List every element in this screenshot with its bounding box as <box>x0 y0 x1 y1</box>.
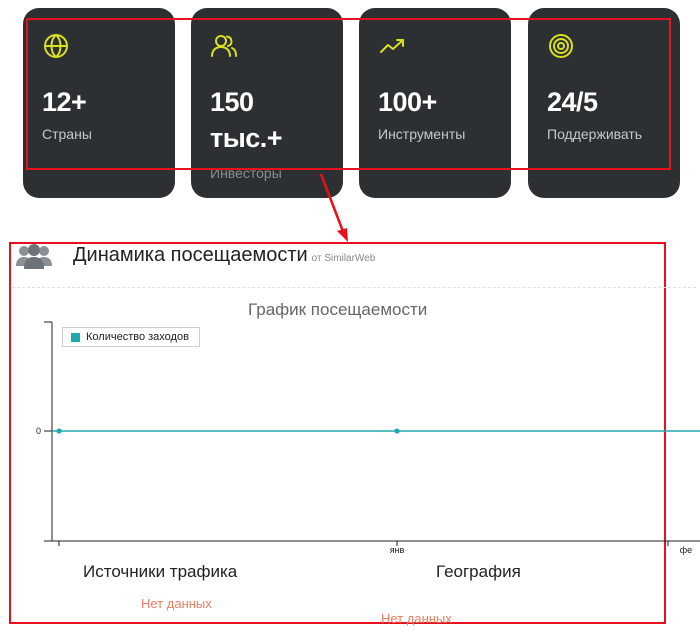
x-tick-label: фе <box>680 545 692 555</box>
traffic-sources-heading: Источники трафика <box>83 562 238 581</box>
y-tick-label: 0 <box>36 426 41 436</box>
x-tick-label: янв <box>390 545 405 555</box>
geography-heading: География <box>436 562 521 581</box>
geography-empty: Нет данных <box>381 611 452 626</box>
traffic-chart: 0 янв фе <box>36 321 700 555</box>
traffic-sources-empty: Нет данных <box>141 596 212 611</box>
data-point <box>56 428 62 434</box>
data-point <box>394 428 400 434</box>
